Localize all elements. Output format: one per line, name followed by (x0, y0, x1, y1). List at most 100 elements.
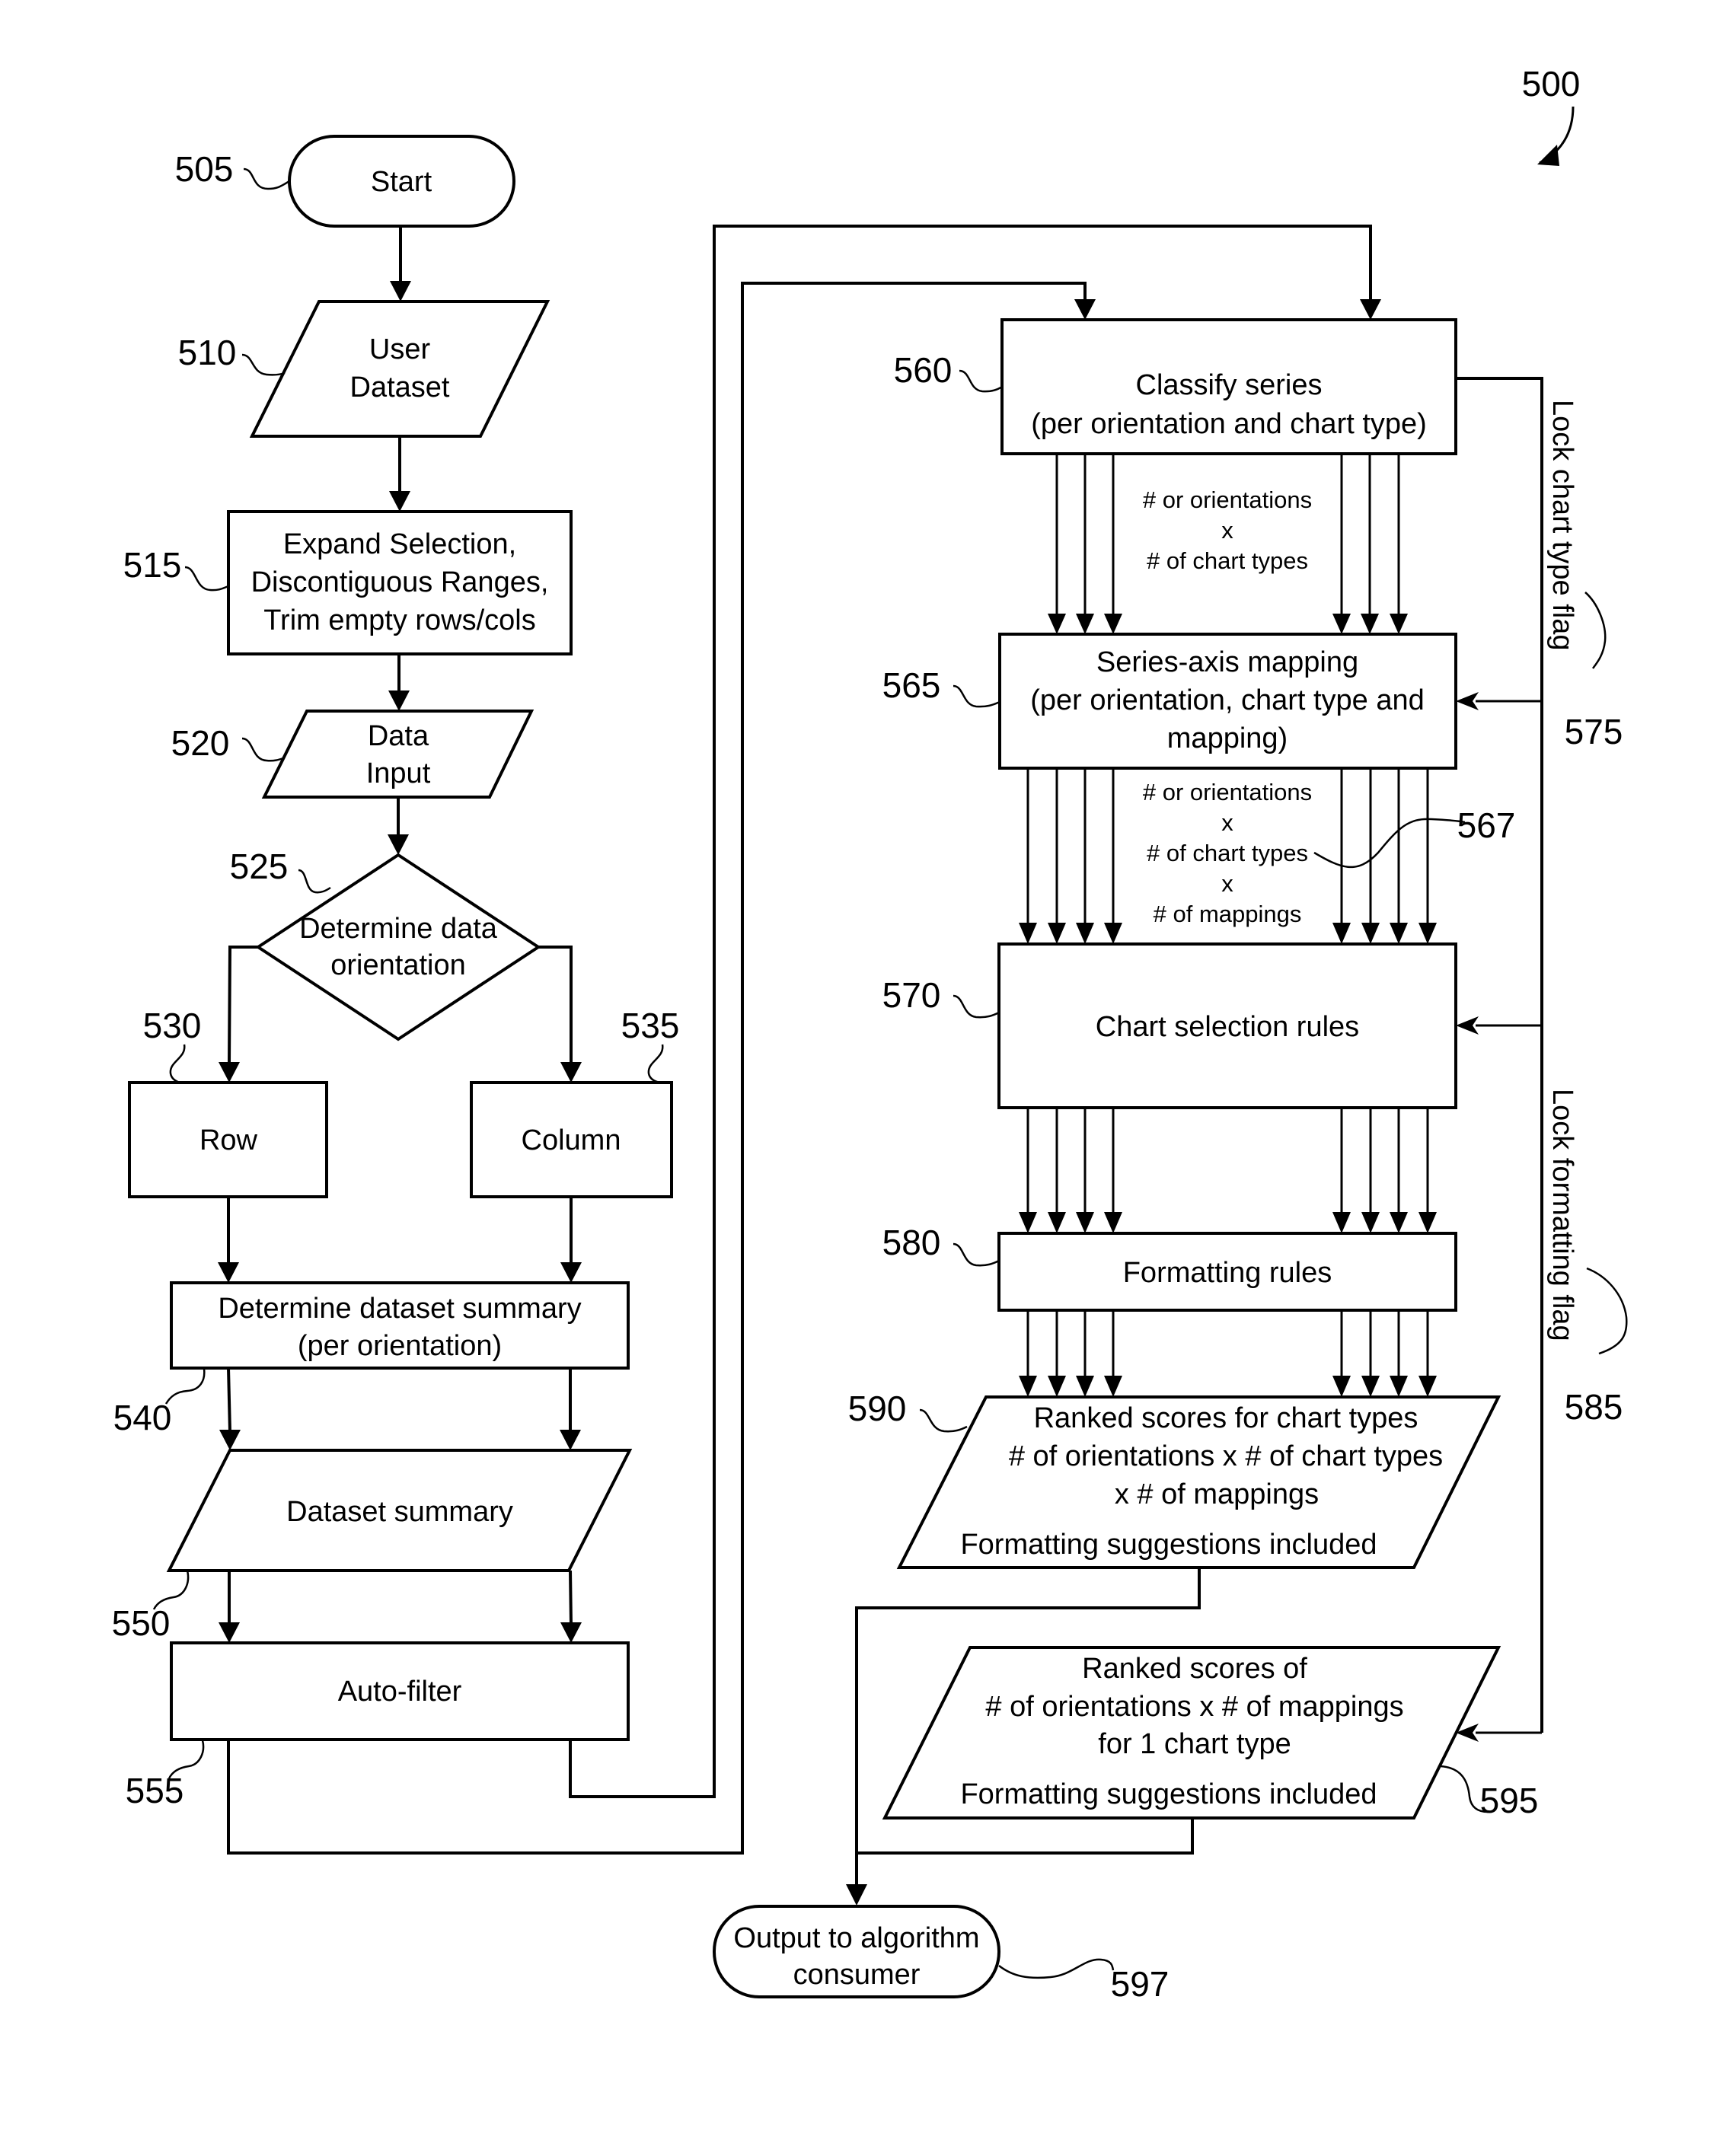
arrowhead (1332, 614, 1351, 634)
flow-arrows-560-565 (1048, 454, 1408, 634)
lock-flag-bus-line (1456, 377, 1543, 1733)
chart-selection-rules-label: Chart selection rules (1096, 1011, 1359, 1043)
user-dataset-label-line-1: User (369, 333, 431, 365)
arrowhead (1360, 299, 1381, 320)
arrowhead (1048, 923, 1066, 944)
node-data-input: Data Input (261, 710, 535, 799)
node-determine-summary: Determine dataset summary (per orientati… (170, 1281, 630, 1370)
decision-line-1: Determine data (299, 913, 498, 945)
expand-selection-line-2: Discontiguous Ranges, (251, 566, 549, 598)
ref-label-560: 560 (894, 350, 953, 390)
expand-selection-line-1: Expand Selection, (283, 528, 516, 560)
arrowhead (1361, 614, 1379, 634)
output-line-1: Output to algorithm (733, 1922, 979, 1954)
flow-565-570-line-1: # or orientations (1143, 779, 1312, 805)
arrowhead (1332, 923, 1351, 944)
start-label: Start (371, 166, 432, 198)
leader-515 (184, 566, 229, 592)
node-row: Row (128, 1081, 328, 1198)
column-label: Column (522, 1124, 621, 1156)
series-axis-mapping-line-1: Series-axis mapping (1096, 646, 1358, 678)
decision-line-2: orientation (330, 949, 465, 981)
node-determine-orientation: Determine data orientation (255, 853, 541, 1041)
classify-series-line-2: (per orientation and chart type) (1031, 408, 1427, 440)
arrowhead (1361, 1212, 1380, 1233)
ranked-scores-one-line-4: Formatting suggestions included (960, 1778, 1377, 1810)
node-series-axis-mapping: Series-axis mapping (per orientation, ch… (998, 633, 1457, 770)
ref-label-515: 515 (123, 545, 182, 585)
arrowhead (1019, 1376, 1037, 1397)
ranked-scores-all-line-2: # of orientations x # of chart types (1009, 1440, 1443, 1472)
ranked-scores-all-line-4: Formatting suggestions included (960, 1529, 1377, 1561)
arrowhead (560, 1622, 582, 1643)
leader-520 (241, 737, 284, 762)
arrowhead (1074, 299, 1096, 320)
ref-label-530: 530 (143, 1006, 202, 1045)
flow-565-570-line-2: x (1221, 809, 1233, 836)
ref-label-555: 555 (126, 1771, 184, 1810)
arrowhead (1332, 1376, 1351, 1397)
arrowhead (1456, 692, 1479, 710)
arrowhead (560, 1062, 582, 1083)
ref-label-565: 565 (882, 665, 941, 705)
lock-chart-type-flag-label: Lock chart type flag (1546, 400, 1578, 651)
arrowhead (1418, 1212, 1437, 1233)
arrowhead (390, 281, 411, 301)
ref-label-590: 590 (848, 1389, 907, 1428)
arrowhead (1361, 1376, 1380, 1397)
leader-570 (953, 994, 1000, 1019)
node-dataset-summary: Dataset summary (166, 1449, 633, 1572)
arrowhead (1048, 1376, 1066, 1397)
ref-label-595: 595 (1480, 1781, 1539, 1820)
ref-label-570: 570 (882, 975, 941, 1015)
ranked-scores-one-line-1: Ranked scores of (1082, 1653, 1307, 1685)
arrowhead (1104, 1376, 1122, 1397)
dataset-summary-label: Dataset summary (286, 1496, 513, 1528)
ref-label-540: 540 (113, 1398, 172, 1437)
arrowhead (1076, 614, 1094, 634)
ref-label-520: 520 (171, 723, 230, 763)
arrowhead (846, 1884, 867, 1906)
ranked-scores-all-line-3: x # of mappings (1115, 1478, 1319, 1510)
formatting-rules-label: Formatting rules (1123, 1257, 1332, 1289)
decision-diamond (255, 853, 541, 1041)
node-user-dataset: User Dataset (249, 300, 550, 438)
flowchart-diagram: 500 Start 505 User Dataset 510 Expand Se… (112, 64, 1628, 2004)
arrowhead (1076, 923, 1094, 944)
series-axis-mapping-line-2: (per orientation, chart type and (1030, 684, 1425, 716)
leader-567 (1313, 818, 1466, 869)
ranked-scores-one-line-3: for 1 chart type (1098, 1728, 1291, 1760)
flow-560-565-line-3: # of chart types (1147, 547, 1308, 574)
arrowhead (218, 1262, 239, 1283)
classify-series-line-1: Classify series (1136, 369, 1323, 401)
leader-560 (959, 369, 1003, 393)
arrowhead (1048, 614, 1066, 634)
arrowhead (1104, 923, 1122, 944)
leader-510 (241, 353, 286, 376)
leader-565 (953, 684, 1000, 708)
arrowhead (1418, 923, 1437, 944)
row-label: Row (199, 1124, 258, 1156)
leader-580 (953, 1242, 1000, 1267)
leader-597 (998, 1958, 1115, 1979)
arrowhead (1019, 923, 1037, 944)
user-dataset-label-line-2: Dataset (350, 372, 450, 403)
arrow-dataset-summary-to-autofilter-right (569, 1570, 573, 1625)
arrowhead (1332, 1212, 1351, 1233)
node-formatting-rules: Formatting rules (997, 1232, 1457, 1312)
data-input-line-2: Input (366, 757, 431, 789)
leader-585 (1586, 1267, 1628, 1355)
arrowhead (1104, 1212, 1122, 1233)
arrowhead (219, 1622, 240, 1643)
leader-575 (1584, 592, 1607, 669)
leader-540 (164, 1368, 206, 1405)
user-dataset-parallelogram (249, 300, 550, 438)
leader-505 (243, 167, 290, 190)
series-axis-mapping-line-3: mapping) (1167, 722, 1288, 754)
flow-565-570-line-5: # of mappings (1154, 901, 1302, 927)
arrowhead (560, 1430, 581, 1450)
determine-summary-line-2: (per orientation) (298, 1330, 502, 1362)
node-auto-filter: Auto-filter (170, 1641, 630, 1741)
leader-590 (919, 1408, 968, 1433)
flow-565-570-line-4: x (1221, 870, 1233, 897)
